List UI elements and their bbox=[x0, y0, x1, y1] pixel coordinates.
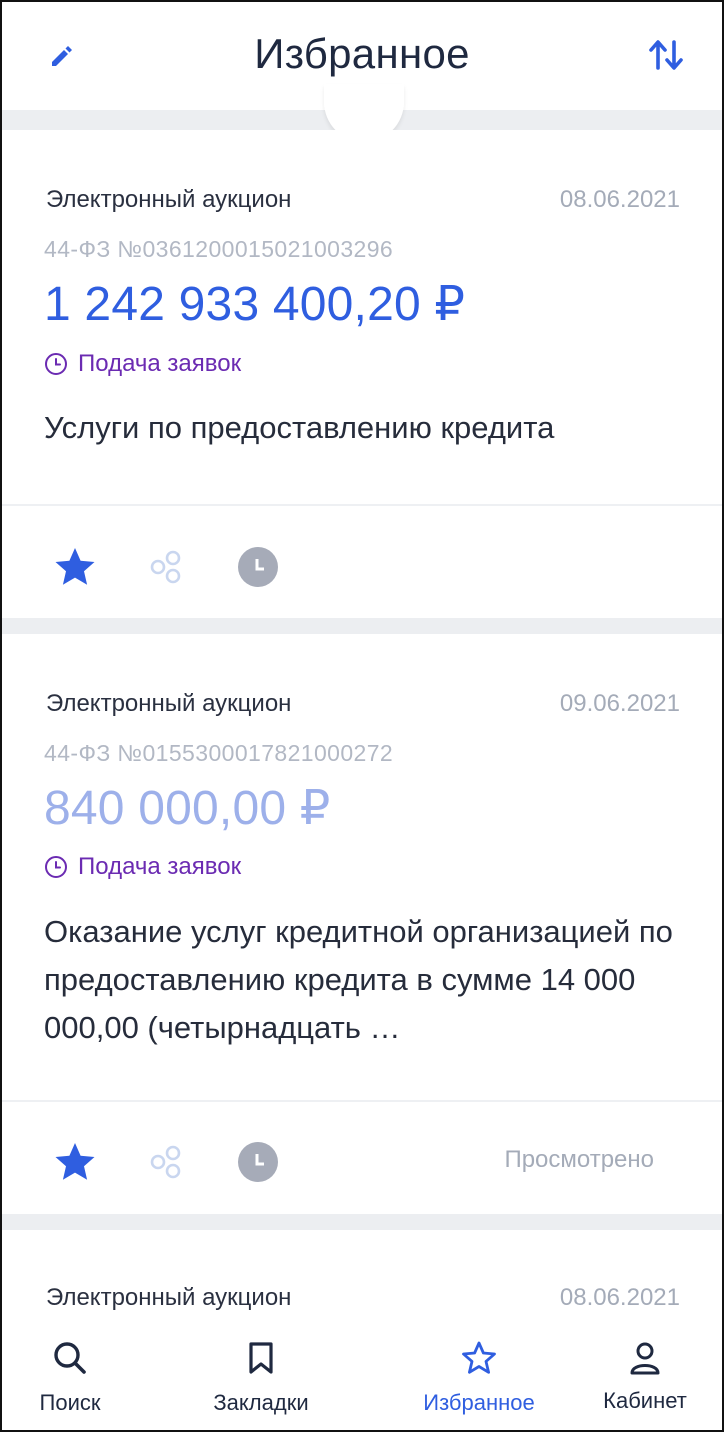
divider bbox=[2, 1100, 722, 1102]
publish-date: 08.06.2021 bbox=[559, 186, 680, 213]
user-icon bbox=[630, 1342, 660, 1375]
bookmark-icon bbox=[249, 1342, 273, 1374]
screen: Избранное Электронный аукцион 08.06.2021… bbox=[0, 0, 724, 1432]
history-icon[interactable] bbox=[236, 545, 280, 589]
contract-price: 1 242 933 400,20 ₽ bbox=[44, 278, 466, 331]
bottom-navigation: Поиск Закладки Избранное Кабинет bbox=[2, 1322, 722, 1430]
nav-item-account[interactable]: Кабинет bbox=[592, 1322, 698, 1430]
tender-card[interactable]: Электронный аукцион 09.06.2021 44-ФЗ №01… bbox=[2, 634, 722, 1214]
star-filled-icon[interactable] bbox=[53, 545, 97, 589]
viewed-label: Просмотрено bbox=[504, 1146, 654, 1173]
clock-icon bbox=[45, 353, 67, 375]
procurement-type: Электронный аукцион bbox=[46, 1284, 292, 1311]
tender-card[interactable]: Электронный аукцион 08.06.2021 44-ФЗ №03… bbox=[2, 130, 722, 618]
contract-price: 840 000,00 ₽ bbox=[44, 782, 331, 835]
nav-label: Закладки bbox=[213, 1390, 309, 1415]
history-icon[interactable] bbox=[236, 1140, 280, 1184]
tender-description: Оказание услуг кредитной организацией по… bbox=[44, 914, 673, 1045]
divider bbox=[2, 504, 722, 506]
nav-label: Избранное bbox=[423, 1390, 535, 1415]
status-badge: Подача заявок bbox=[44, 349, 241, 379]
star-filled-icon[interactable] bbox=[53, 1140, 97, 1184]
nav-item-search[interactable]: Поиск bbox=[22, 1322, 118, 1430]
procurement-type: Электронный аукцион bbox=[46, 690, 292, 717]
status-label: Подача заявок bbox=[78, 853, 242, 880]
procurement-type: Электронный аукцион bbox=[46, 186, 292, 213]
sort-arrows-icon[interactable] bbox=[648, 38, 684, 72]
clock-icon bbox=[45, 856, 67, 878]
star-icon bbox=[462, 1341, 496, 1374]
status-label: Подача заявок bbox=[78, 350, 242, 377]
registry-number: 44-ФЗ №0155300017821000272 bbox=[44, 740, 394, 766]
registry-number: 44-ФЗ №0361200015021003296 bbox=[44, 236, 394, 262]
nav-item-bookmarks[interactable]: Закладки bbox=[202, 1322, 320, 1430]
publish-date: 08.06.2021 bbox=[559, 1284, 680, 1311]
tender-card[interactable]: Электронный аукцион 08.06.2021 bbox=[2, 1230, 722, 1322]
share-icon[interactable] bbox=[144, 1140, 188, 1184]
separator bbox=[2, 618, 722, 634]
nav-item-favorites[interactable]: Избранное bbox=[412, 1322, 546, 1430]
page-title: Избранное bbox=[254, 30, 470, 77]
publish-date: 09.06.2021 bbox=[559, 690, 680, 717]
separator bbox=[2, 1214, 722, 1230]
status-badge: Подача заявок bbox=[44, 852, 241, 882]
share-icon[interactable] bbox=[144, 545, 188, 589]
nav-label: Поиск bbox=[39, 1390, 101, 1415]
search-icon bbox=[54, 1342, 86, 1374]
tender-description: Услуги по предоставлению кредита bbox=[44, 410, 555, 445]
nav-label: Кабинет bbox=[603, 1388, 687, 1413]
